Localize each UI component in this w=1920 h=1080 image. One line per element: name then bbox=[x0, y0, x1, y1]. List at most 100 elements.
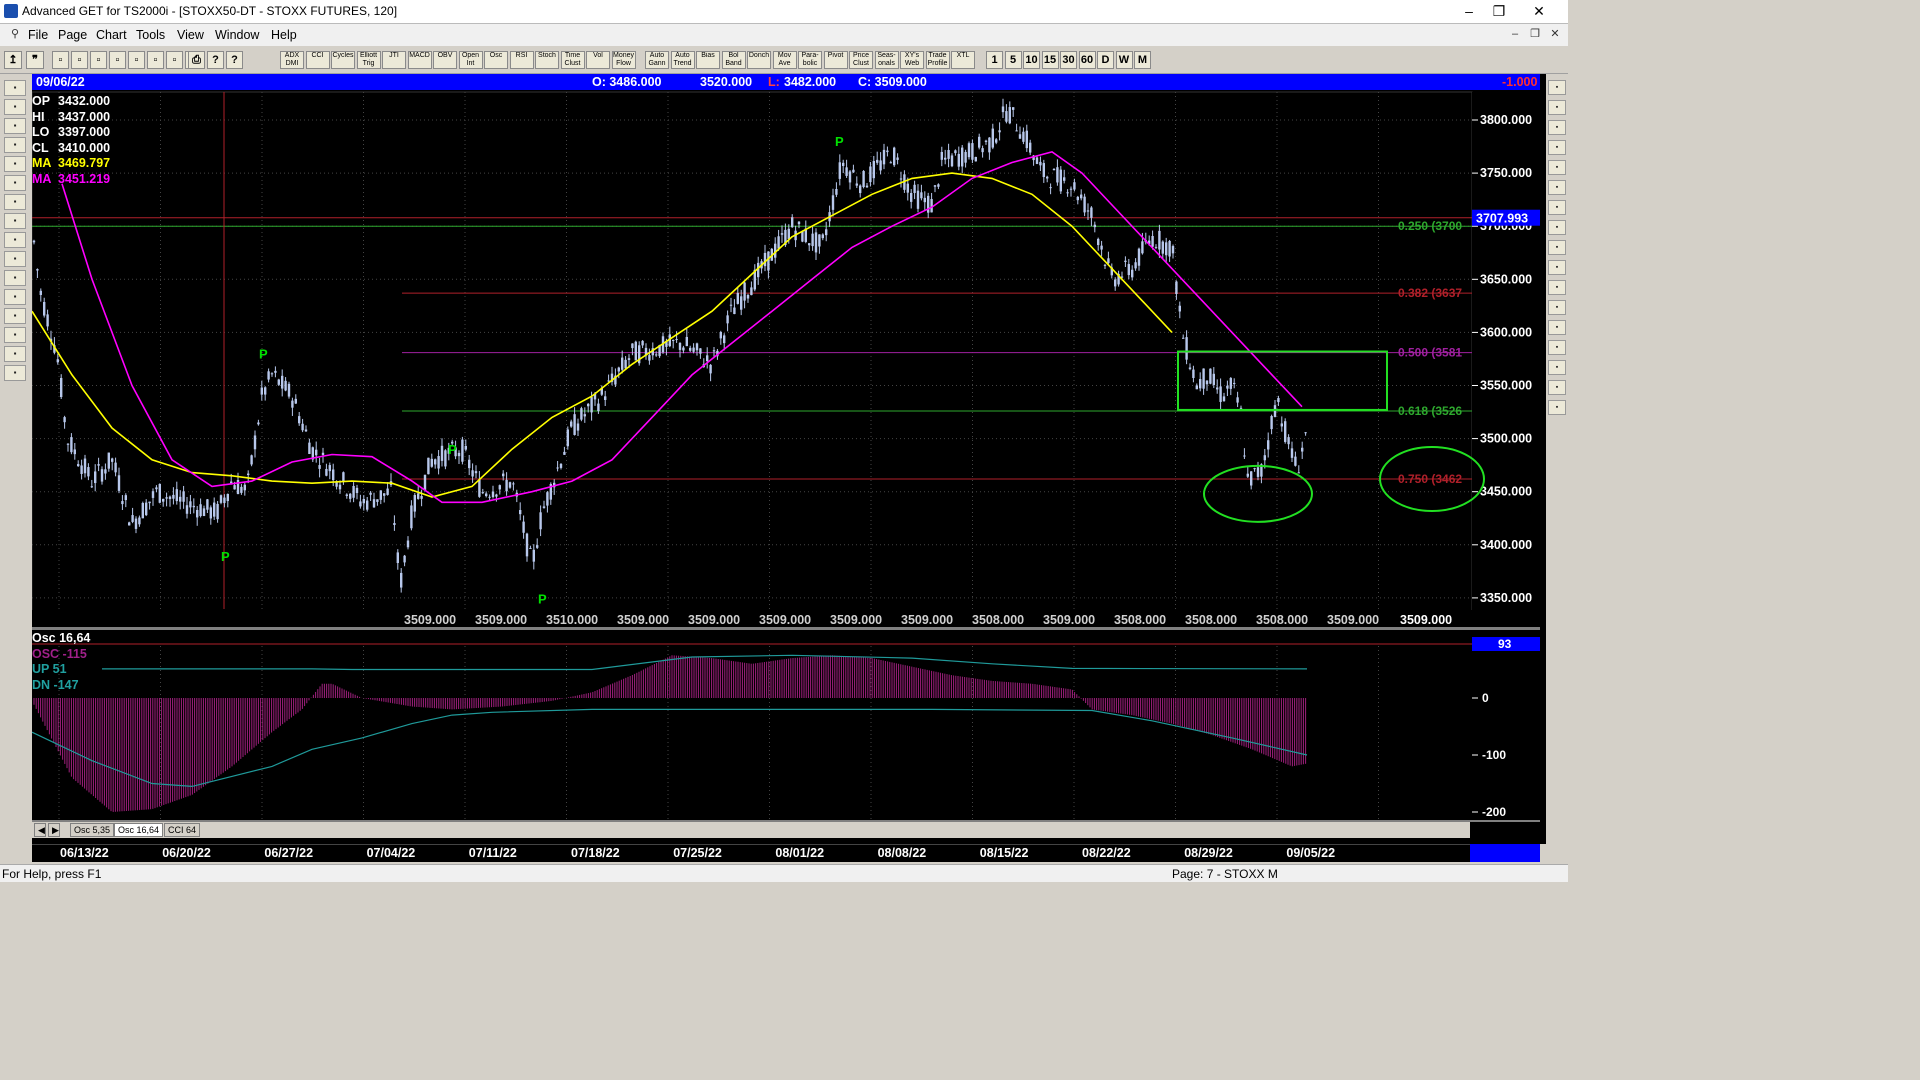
file-tool-4-icon[interactable]: ▫ bbox=[128, 51, 145, 69]
interval-1-button[interactable]: 1 bbox=[986, 51, 1003, 69]
study-xy-s-web-button[interactable]: XY's Web bbox=[900, 51, 924, 69]
left-tool-up-icon[interactable]: ▪ bbox=[4, 175, 26, 191]
study-auto-trend-button[interactable]: Auto Trend bbox=[670, 51, 695, 69]
document-icon[interactable]: ⚲ bbox=[6, 26, 24, 42]
file-tool-3-icon[interactable]: ▫ bbox=[109, 51, 126, 69]
right-tool-u-icon[interactable]: ▪ bbox=[1548, 400, 1566, 415]
left-tool-zoom-icon[interactable]: ▪ bbox=[4, 251, 26, 267]
study-bol-band-button[interactable]: Bol Band bbox=[721, 51, 746, 69]
study-macd-button[interactable]: MACD bbox=[407, 51, 432, 69]
study-stoch-button[interactable]: Stoch bbox=[535, 51, 559, 69]
restore-button[interactable]: ❐ bbox=[1484, 0, 1514, 22]
right-tool-grid-icon[interactable]: ▪ bbox=[1548, 280, 1566, 295]
save-tool-icon[interactable]: ❞ bbox=[26, 51, 44, 69]
mdi-minimize-button[interactable]: – bbox=[1506, 26, 1524, 42]
left-tool-cross-icon[interactable]: ▪ bbox=[4, 346, 26, 362]
tab-cci-64[interactable]: CCI 64 bbox=[164, 823, 201, 837]
right-tool-mob-icon[interactable]: ▪ bbox=[1548, 300, 1566, 315]
menu-help[interactable]: Help bbox=[271, 28, 297, 42]
tab-osc-5-35[interactable]: Osc 5,35 bbox=[70, 823, 115, 837]
right-tool-x-icon[interactable]: ▪ bbox=[1548, 80, 1566, 95]
price-chart[interactable]: 09/06/22 O: 3486.000 3520.000 L: 3482.000 C: … bbox=[32, 74, 1546, 844]
left-tool-reset-icon[interactable]: ▪ bbox=[4, 118, 26, 134]
right-tool--icon[interactable]: ▪ bbox=[1548, 120, 1566, 135]
left-tool-gann-icon[interactable]: ▪ bbox=[4, 308, 26, 324]
print-icon[interactable]: ⎙ bbox=[188, 51, 205, 69]
study-donch-button[interactable]: Donch bbox=[747, 51, 771, 69]
tab-osc-16-64[interactable]: Osc 16,64 bbox=[114, 823, 164, 837]
interval-m-button[interactable]: M bbox=[1134, 51, 1151, 69]
open-tool-icon[interactable]: ↥ bbox=[4, 51, 22, 69]
study-osc-button[interactable]: Osc bbox=[484, 51, 508, 69]
file-tool-1-icon[interactable]: ▫ bbox=[71, 51, 88, 69]
study-time-clust-button[interactable]: Time Clust bbox=[560, 51, 585, 69]
left-tool-elliott-icon[interactable]: ▪ bbox=[4, 156, 26, 172]
study-bias-button[interactable]: Bias bbox=[696, 51, 720, 69]
mdi-restore-button[interactable]: ❐ bbox=[1526, 26, 1544, 42]
study-jti-button[interactable]: JTI bbox=[382, 51, 406, 69]
study-adx-dmi-button[interactable]: ADX DMI bbox=[280, 51, 304, 69]
tab-scroll-right-icon[interactable]: ▶ bbox=[48, 823, 60, 837]
study-para-bolic-button[interactable]: Para-bolic bbox=[798, 51, 822, 69]
interval-15-button[interactable]: 15 bbox=[1041, 51, 1059, 69]
close-button[interactable]: ✕ bbox=[1524, 0, 1554, 22]
file-tool-6-icon[interactable]: ▫ bbox=[166, 51, 183, 69]
left-tool-open-icon[interactable]: ▪ bbox=[4, 80, 26, 96]
left-tool-fib-icon[interactable]: ▪ bbox=[4, 327, 26, 343]
file-tool-0-icon[interactable]: ▫ bbox=[52, 51, 69, 69]
right-tool-clr-icon[interactable]: ▪ bbox=[1548, 360, 1566, 375]
right-tool-fib-ret-icon[interactable]: ▪ bbox=[1548, 140, 1566, 155]
menu-page[interactable]: Page bbox=[58, 28, 87, 42]
left-tool-save-icon[interactable]: ▪ bbox=[4, 365, 26, 381]
file-tool-5-icon[interactable]: ▫ bbox=[147, 51, 164, 69]
interval-10-button[interactable]: 10 bbox=[1023, 51, 1040, 69]
right-tool-fib-ext-icon[interactable]: ▪ bbox=[1548, 160, 1566, 175]
study-money-flow-button[interactable]: Money Flow bbox=[611, 51, 636, 69]
study-pivot-button[interactable]: Pivot bbox=[823, 51, 848, 69]
tab-scroll-left-icon[interactable]: ◀ bbox=[34, 823, 46, 837]
study-vol-button[interactable]: Vol bbox=[586, 51, 610, 69]
study-trade-profile-button[interactable]: Trade Profile bbox=[925, 51, 950, 69]
interval-d-button[interactable]: D bbox=[1097, 51, 1114, 69]
study-seas-onals-button[interactable]: Seas-onals bbox=[874, 51, 899, 69]
right-tool-a-icon[interactable]: ▪ bbox=[1548, 320, 1566, 335]
right-tool-arc-icon[interactable]: ▪ bbox=[1548, 200, 1566, 215]
help-icon[interactable]: ? bbox=[207, 51, 224, 69]
study-cci-button[interactable]: CCI bbox=[305, 51, 330, 69]
mdi-close-button[interactable]: ✕ bbox=[1546, 26, 1564, 42]
left-tool-study-icon[interactable]: ▪ bbox=[4, 137, 26, 153]
left-tool-down-icon[interactable]: ▪ bbox=[4, 194, 26, 210]
right-tool-fib-time-icon[interactable]: ▪ bbox=[1548, 180, 1566, 195]
menu-view[interactable]: View bbox=[177, 28, 204, 42]
right-tool-prn-icon[interactable]: ▪ bbox=[1548, 380, 1566, 395]
file-tool-2-icon[interactable]: ▫ bbox=[90, 51, 107, 69]
right-tool-fan-icon[interactable]: ▪ bbox=[1548, 220, 1566, 235]
right-tool--icon[interactable]: ▪ bbox=[1548, 100, 1566, 115]
left-tool-left-icon[interactable]: ▪ bbox=[4, 213, 26, 229]
study-elliott-trig-button[interactable]: Elliott Trig bbox=[356, 51, 381, 69]
left-tool-right-icon[interactable]: ▪ bbox=[4, 232, 26, 248]
menu-tools[interactable]: Tools bbox=[136, 28, 165, 42]
study-xtl-button[interactable]: XTL bbox=[951, 51, 975, 69]
study-price-clust-button[interactable]: Price Clust bbox=[849, 51, 873, 69]
chart-area[interactable]: 09/06/22 O: 3486.000 3520.000 L: 3482.000 C: … bbox=[32, 74, 1546, 844]
menu-window[interactable]: Window bbox=[215, 28, 259, 42]
study-open-int-button[interactable]: Open Int bbox=[458, 51, 483, 69]
minimize-button[interactable]: – bbox=[1454, 0, 1484, 22]
left-tool-print-icon[interactable]: ▪ bbox=[4, 99, 26, 115]
context-help-icon[interactable]: ? bbox=[226, 51, 243, 69]
left-tool-lines-icon[interactable]: ▪ bbox=[4, 289, 26, 305]
interval-5-button[interactable]: 5 bbox=[1004, 51, 1022, 69]
menu-file[interactable]: File bbox=[28, 28, 48, 42]
study-obv-button[interactable]: OBV bbox=[433, 51, 457, 69]
interval-w-button[interactable]: W bbox=[1115, 51, 1133, 69]
right-tool-ellps-icon[interactable]: ▪ bbox=[1548, 240, 1566, 255]
right-tool-pti-icon[interactable]: ▪ bbox=[1548, 260, 1566, 275]
left-tool-erase-icon[interactable]: ▪ bbox=[4, 270, 26, 286]
study-mov-ave-button[interactable]: Mov Ave bbox=[772, 51, 797, 69]
menu-chart[interactable]: Chart bbox=[96, 28, 127, 42]
study-cycles-button[interactable]: Cycles bbox=[331, 51, 355, 69]
interval-30-button[interactable]: 30 bbox=[1060, 51, 1077, 69]
study-auto-gann-button[interactable]: Auto Gann bbox=[645, 51, 669, 69]
interval-60-button[interactable]: 60 bbox=[1078, 51, 1096, 69]
